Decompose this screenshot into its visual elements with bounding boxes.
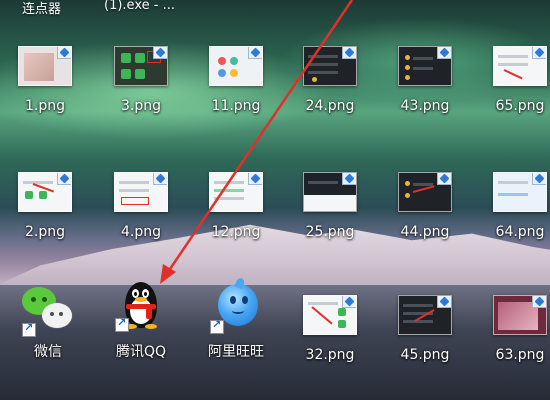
arrow-head — [160, 264, 176, 284]
desktop: 连点器 (1).exe - ... 1.png 3.png 11.png 24.… — [0, 0, 550, 400]
annotation-arrow — [160, 0, 354, 284]
arrow-shaft — [166, 0, 354, 273]
